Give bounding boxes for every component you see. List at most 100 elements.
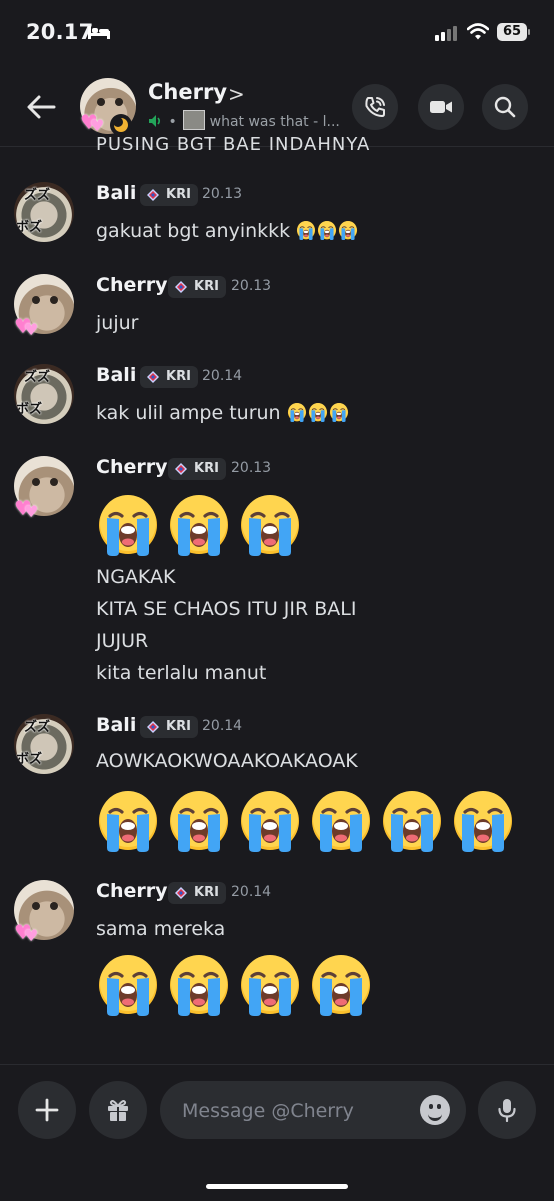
- activity-text: what was that - l...: [209, 114, 340, 130]
- crying-face-emoji: [296, 220, 316, 240]
- jumbo-emoji-row: [96, 952, 380, 1020]
- battery-indicator: 65: [497, 23, 527, 41]
- message-author[interactable]: Cherry: [96, 456, 167, 478]
- crying-face-emoji: [96, 952, 160, 1016]
- crying-face-emoji: [380, 788, 444, 852]
- jumbo-emoji-row: [96, 492, 309, 560]
- chevron-right-icon[interactable]: >: [228, 82, 245, 106]
- server-tag-badge[interactable]: KRI: [140, 366, 198, 388]
- jumbo-emoji-row: [96, 788, 522, 856]
- sleep-focus-icon: [88, 26, 110, 39]
- video-call-button[interactable]: [418, 84, 464, 130]
- gift-button[interactable]: [89, 1081, 147, 1139]
- server-tag-text: KRI: [194, 279, 219, 294]
- message-text: kita terlalu manut: [96, 662, 267, 684]
- server-tag-text: KRI: [194, 461, 219, 476]
- heart-decoration-icon: [14, 498, 40, 522]
- message-content: jujur: [96, 312, 138, 334]
- idle-moon-icon: [110, 114, 132, 136]
- message-composer: [0, 1064, 554, 1201]
- crying-face-emoji: [287, 402, 307, 422]
- message-timestamp: 20.13: [231, 278, 272, 294]
- search-icon: [494, 96, 516, 118]
- message-text: KITA SE CHAOS ITU JIR BALI: [96, 598, 357, 620]
- message-content: kak ulil ampe turun: [96, 402, 350, 424]
- message-timestamp: 20.13: [202, 186, 243, 202]
- crying-face-emoji: [308, 402, 328, 422]
- message-input[interactable]: [180, 1081, 404, 1141]
- crying-face-emoji: [329, 402, 349, 422]
- crying-face-emoji: [309, 788, 373, 852]
- message-timestamp: 20.14: [231, 884, 272, 900]
- server-tag-badge[interactable]: KRI: [168, 458, 226, 480]
- message-timestamp: 20.14: [202, 718, 243, 734]
- plus-icon: [35, 1098, 59, 1122]
- crying-face-emoji: [238, 492, 302, 556]
- server-tag-text: KRI: [166, 719, 191, 734]
- cellular-signal-icon: [435, 25, 461, 41]
- crying-face-emoji: [451, 788, 515, 852]
- crying-face-emoji: [167, 788, 231, 852]
- guild-tag-icon: [147, 371, 159, 383]
- server-tag-badge[interactable]: KRI: [168, 276, 226, 298]
- server-tag-badge[interactable]: KRI: [140, 184, 198, 206]
- message-text: JUJUR: [96, 630, 149, 652]
- status-bar: 20.17 65: [0, 0, 554, 64]
- message-text: gakuat bgt anyinkkk: [96, 220, 291, 242]
- message-author[interactable]: Bali: [96, 714, 136, 736]
- message-timestamp: 20.13: [231, 460, 272, 476]
- crying-face-emoji: [338, 220, 358, 240]
- crying-face-emoji: [96, 788, 160, 852]
- server-tag-badge[interactable]: KRI: [140, 716, 198, 738]
- crying-face-emoji: [167, 952, 231, 1016]
- dm-username[interactable]: Cherry: [148, 80, 227, 104]
- message-text: kak ulil ampe turun: [96, 402, 281, 424]
- message-text: sama mereka: [96, 918, 226, 940]
- activity-thumbnail: [183, 110, 206, 130]
- user-avatar[interactable]: [14, 182, 74, 242]
- message-input-container[interactable]: [160, 1081, 466, 1141]
- guild-tag-icon: [175, 281, 187, 293]
- message-text: jujur: [96, 312, 139, 334]
- search-button[interactable]: [482, 84, 528, 130]
- crying-face-emoji: [167, 492, 231, 556]
- voice-call-button[interactable]: [352, 84, 398, 130]
- crying-face-emoji: [309, 952, 373, 1016]
- message-timestamp: 20.14: [202, 368, 243, 384]
- previous-message-fragment: PUSING BGT BAE INDAHNYA: [96, 134, 371, 150]
- message-author[interactable]: Cherry: [96, 274, 167, 296]
- guild-tag-icon: [175, 463, 187, 475]
- arrow-left-icon[interactable]: [24, 90, 58, 124]
- heart-decoration-icon: [80, 112, 106, 136]
- guild-tag-icon: [147, 189, 159, 201]
- crying-face-emoji: [238, 952, 302, 1016]
- server-tag-badge[interactable]: KRI: [168, 882, 226, 904]
- message-author[interactable]: Cherry: [96, 880, 167, 902]
- message-author[interactable]: Bali: [96, 182, 136, 204]
- message-text: NGAKAK: [96, 566, 176, 588]
- message-text: AOWKAOKWOAAKOAKAOAK: [96, 750, 358, 772]
- home-indicator[interactable]: [206, 1184, 348, 1189]
- voice-message-button[interactable]: [478, 1081, 536, 1139]
- message-content: gakuat bgt anyinkkk: [96, 220, 359, 242]
- crying-face-emoji: [317, 220, 337, 240]
- server-tag-text: KRI: [166, 187, 191, 202]
- user-avatar[interactable]: [14, 364, 74, 424]
- heart-decoration-icon: [14, 316, 40, 340]
- activity-status[interactable]: • what was that - l...: [148, 110, 340, 130]
- heart-decoration-icon: [14, 922, 40, 946]
- guild-tag-icon: [147, 721, 159, 733]
- microphone-icon: [498, 1099, 516, 1122]
- video-camera-icon: [430, 101, 452, 113]
- battery-tip: [528, 29, 530, 35]
- wifi-icon: [467, 23, 489, 40]
- add-attachment-button[interactable]: [18, 1081, 76, 1139]
- guild-tag-icon: [175, 887, 187, 899]
- message-author[interactable]: Bali: [96, 364, 136, 386]
- speaker-icon: [149, 115, 161, 127]
- smile-icon[interactable]: [420, 1095, 450, 1125]
- server-tag-text: KRI: [166, 369, 191, 384]
- crying-face-emoji: [96, 492, 160, 556]
- user-avatar[interactable]: [14, 714, 74, 774]
- status-time: 20.17: [26, 20, 94, 44]
